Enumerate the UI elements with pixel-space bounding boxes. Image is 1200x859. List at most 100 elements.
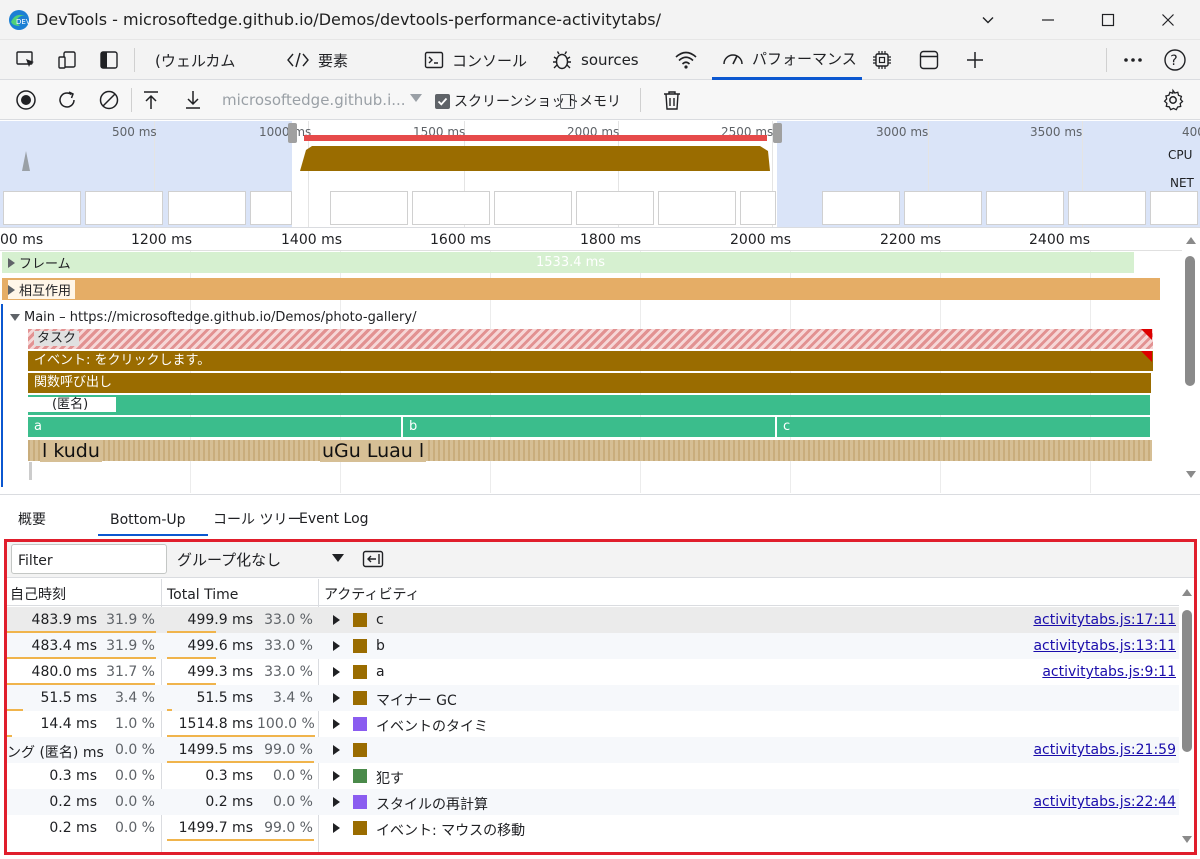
tab-console[interactable]: コンソール: [424, 40, 527, 80]
category-color-swatch: [353, 795, 367, 809]
expand-caret-icon[interactable]: [8, 257, 15, 268]
memory-checkbox-box[interactable]: [560, 93, 575, 109]
function-call-bar[interactable]: 関数呼び出し: [28, 373, 1151, 393]
tab-event-log[interactable]: Event Log: [299, 511, 369, 527]
source-link[interactable]: activitytabs.js:21:59: [1033, 742, 1176, 758]
toggle-sidebar-icon[interactable]: [97, 48, 121, 72]
table-row[interactable]: 14.4 ms 1.0 % 1514.8 ms 100.0 % イベントのタイミ: [7, 711, 1179, 737]
source-link[interactable]: activitytabs.js:22:44: [1033, 794, 1176, 810]
task-bar[interactable]: タスク: [28, 329, 1153, 349]
total-time-value: 1514.8 ms: [178, 716, 253, 732]
help-icon[interactable]: ?: [1163, 48, 1187, 72]
scroll-up-icon[interactable]: [1186, 237, 1196, 244]
timeline-scrollbar[interactable]: [1182, 229, 1200, 493]
table-row[interactable]: 0.2 ms 0.0 % 0.2 ms 0.0 % スタイルの再計算 activityta…: [7, 789, 1179, 815]
expand-row-icon[interactable]: [333, 615, 340, 625]
toggle-heaviest-stack-icon[interactable]: [361, 548, 385, 570]
grouping-dropdown-caret-icon[interactable]: [332, 554, 344, 562]
table-row[interactable]: 483.4 ms 31.9 % 499.6 ms 33.0 % b activitytab…: [7, 633, 1179, 659]
tab-performance[interactable]: パフォーマンス: [712, 40, 862, 80]
timeline-scroll-thumb[interactable]: [1185, 256, 1195, 386]
upload-profile-icon[interactable]: [139, 88, 163, 112]
device-emulation-icon[interactable]: [55, 48, 79, 72]
interactions-bar[interactable]: [2, 278, 1160, 300]
tab-bottom-up[interactable]: Bottom-Up: [98, 512, 208, 536]
record-icon[interactable]: [14, 88, 38, 112]
screenshot-thumbnail: [1150, 191, 1198, 225]
add-tab-icon[interactable]: [963, 48, 987, 72]
table-row[interactable]: 0.3 ms 0.0 % 0.3 ms 0.0 % 犯す: [7, 763, 1179, 789]
close-button[interactable]: [1140, 0, 1196, 40]
filter-input[interactable]: Filter: [11, 544, 167, 574]
network-wifi-icon[interactable]: [674, 48, 698, 72]
expand-row-icon[interactable]: [333, 641, 340, 651]
anonymous-function-bar[interactable]: (匿名): [28, 395, 1150, 415]
selection-handle-right[interactable]: [773, 123, 782, 143]
function-a-bar[interactable]: a: [28, 417, 402, 437]
function-c-bar[interactable]: c: [777, 417, 1150, 437]
scroll-up-icon[interactable]: [1182, 589, 1192, 596]
chevron-down-icon[interactable]: [960, 0, 1016, 40]
function-b-bar[interactable]: b: [403, 417, 776, 437]
grouping-select[interactable]: グループ化なし: [171, 544, 351, 574]
frames-track-header[interactable]: フレーム: [8, 253, 75, 272]
tab-welcome[interactable]: (ウェルカム: [155, 40, 235, 80]
timeline-overview[interactable]: 500 ms 1000 ms 1500 ms 2000 ms 2500 ms 3…: [0, 121, 1200, 228]
memory-checkbox[interactable]: メモリ: [560, 91, 621, 111]
recording-url-select[interactable]: microsoftedge.github.i...: [222, 91, 406, 109]
expand-row-icon[interactable]: [333, 667, 340, 677]
clear-icon[interactable]: [97, 88, 121, 112]
expand-row-icon[interactable]: [333, 719, 340, 729]
url-dropdown-caret-icon[interactable]: [410, 94, 422, 102]
tab-elements[interactable]: 要素: [286, 40, 348, 80]
expand-caret-icon[interactable]: [8, 284, 15, 295]
tab-summary[interactable]: 概要: [18, 509, 46, 529]
collapse-caret-icon[interactable]: [10, 314, 20, 321]
table-row[interactable]: ング (匿名) ms 0.0 % 1499.5 ms 99.0 % activityta…: [7, 737, 1179, 763]
table-row[interactable]: 483.9 ms 31.9 % 499.9 ms 33.0 % c activitytab…: [7, 607, 1179, 633]
category-color-swatch: [353, 821, 367, 835]
trash-icon[interactable]: [660, 88, 684, 112]
table-scroll-thumb[interactable]: [1182, 610, 1192, 752]
screenshots-checkbox-box[interactable]: [435, 93, 450, 109]
self-time-percent: 31.7 %: [106, 664, 155, 680]
screenshot-thumbnail: [904, 191, 982, 225]
bottom-up-table[interactable]: 自己時刻 Total Time アクティビティ 483.9 ms 31.9 % 49…: [7, 579, 1179, 852]
table-row[interactable]: 51.5 ms 3.4 % 51.5 ms 3.4 % マイナー GC: [7, 685, 1179, 711]
source-link[interactable]: activitytabs.js:17:11: [1033, 612, 1176, 628]
more-options-icon[interactable]: [1121, 48, 1145, 72]
expand-row-icon[interactable]: [333, 823, 340, 833]
table-row[interactable]: 480.0 ms 31.7 % 499.3 ms 33.0 % a activitytab…: [7, 659, 1179, 685]
cpu-chip-icon[interactable]: [870, 48, 894, 72]
tab-sources[interactable]: sources: [551, 40, 639, 80]
download-profile-icon[interactable]: [181, 88, 205, 112]
col-total-time[interactable]: Total Time: [167, 587, 238, 603]
source-link[interactable]: activitytabs.js:9:11: [1042, 664, 1176, 680]
col-self-time[interactable]: 自己時刻: [10, 584, 66, 604]
scroll-down-icon[interactable]: [1186, 471, 1196, 478]
capture-settings-gear-icon[interactable]: [1161, 88, 1185, 112]
console-icon: [424, 51, 444, 69]
table-row[interactable]: 0.2 ms 0.0 % 1499.7 ms 99.0 % イベント: マウスの移動: [7, 815, 1179, 841]
leaf-calls-row[interactable]: [28, 440, 1152, 461]
expand-row-icon[interactable]: [333, 797, 340, 807]
scroll-down-icon[interactable]: [1182, 836, 1192, 843]
inspect-element-icon[interactable]: [14, 48, 38, 72]
col-activity[interactable]: アクティビティ: [324, 584, 420, 604]
maximize-button[interactable]: [1080, 0, 1136, 40]
interactions-track-header[interactable]: 相互作用: [8, 280, 76, 299]
selection-handle-left[interactable]: [288, 123, 297, 143]
main-track-header[interactable]: Main – https://microsoftedge.github.io/D…: [10, 310, 416, 325]
expand-row-icon[interactable]: [333, 771, 340, 781]
expand-row-icon[interactable]: [333, 745, 340, 755]
application-icon[interactable]: [917, 48, 941, 72]
flame-chart[interactable]: 1533.4 ms フレーム 相互作用 Main – https://micro…: [0, 251, 1182, 493]
source-link[interactable]: activitytabs.js:13:11: [1033, 638, 1176, 654]
expand-row-icon[interactable]: [333, 693, 340, 703]
tab-call-tree[interactable]: コール ツリー: [213, 509, 301, 529]
event-click-bar[interactable]: イベント: をクリックします。: [28, 351, 1153, 371]
screenshots-checkbox[interactable]: スクリーンショット: [435, 91, 579, 111]
minimize-button[interactable]: [1020, 0, 1076, 40]
reload-record-icon[interactable]: [55, 88, 79, 112]
table-scrollbar[interactable]: [1180, 579, 1194, 852]
